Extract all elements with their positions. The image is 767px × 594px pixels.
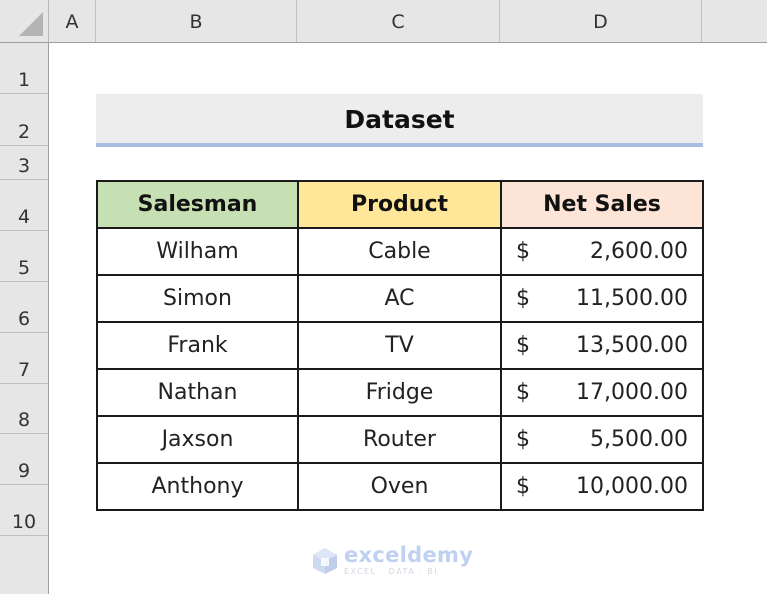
net-sales-value: 2,600.00 [590,239,688,264]
column-header-b[interactable]: B [96,0,297,42]
net-sales-value: 13,500.00 [576,333,688,358]
net-sales-value: 17,000.00 [576,380,688,405]
table-row: Anthony Oven $10,000.00 [96,462,704,511]
currency-symbol: $ [516,380,530,405]
salesman-cell[interactable]: Wilham [96,227,299,276]
row-header-3[interactable]: 3 [0,146,48,180]
exceldemy-logo-icon [313,547,337,574]
net-sales-cell[interactable]: $5,500.00 [500,415,704,464]
row-header-9[interactable]: 9 [0,434,48,485]
dataset-title[interactable]: Dataset [96,94,703,147]
table-row: Simon AC $11,500.00 [96,274,704,323]
watermark-tagline: EXCEL · DATA · BI [344,567,439,576]
net-sales-cell[interactable]: $13,500.00 [500,321,704,370]
column-header-e[interactable] [702,0,767,42]
exceldemy-watermark: exceldemy EXCEL · DATA · BI [312,545,473,576]
net-sales-cell[interactable]: $2,600.00 [500,227,704,276]
currency-symbol: $ [516,333,530,358]
net-sales-cell[interactable]: $11,500.00 [500,274,704,323]
sales-table: Salesman Product Net Sales Wilham Cable … [96,180,704,511]
product-cell[interactable]: AC [297,274,502,323]
salesman-cell[interactable]: Anthony [96,462,299,511]
header-net-sales[interactable]: Net Sales [500,180,704,229]
net-sales-cell[interactable]: $17,000.00 [500,368,704,417]
column-headers: A B C D [49,0,767,43]
currency-symbol: $ [516,427,530,452]
table-row: Frank TV $13,500.00 [96,321,704,370]
row-header-1[interactable]: 1 [0,43,48,94]
row-headers: 1 2 3 4 5 6 7 8 9 10 [0,43,49,594]
salesman-cell[interactable]: Nathan [96,368,299,417]
row-header-8[interactable]: 8 [0,384,48,434]
currency-symbol: $ [516,474,530,499]
table-row: Wilham Cable $2,600.00 [96,227,704,276]
column-header-d[interactable]: D [500,0,702,42]
product-cell[interactable]: TV [297,321,502,370]
salesman-cell[interactable]: Jaxson [96,415,299,464]
row-header-7[interactable]: 7 [0,333,48,384]
currency-symbol: $ [516,286,530,311]
net-sales-value: 5,500.00 [590,427,688,452]
product-cell[interactable]: Cable [297,227,502,276]
table-header-row: Salesman Product Net Sales [96,180,704,229]
currency-symbol: $ [516,239,530,264]
net-sales-value: 10,000.00 [576,474,688,499]
product-cell[interactable]: Router [297,415,502,464]
product-cell[interactable]: Oven [297,462,502,511]
header-salesman[interactable]: Salesman [96,180,299,229]
select-all-triangle-icon [19,12,43,36]
net-sales-cell[interactable]: $10,000.00 [500,462,704,511]
product-cell[interactable]: Fridge [297,368,502,417]
net-sales-value: 11,500.00 [576,286,688,311]
table-row: Nathan Fridge $17,000.00 [96,368,704,417]
column-header-a[interactable]: A [49,0,96,42]
row-header-4[interactable]: 4 [0,180,48,231]
row-header-5[interactable]: 5 [0,231,48,282]
select-all-corner[interactable] [0,0,49,43]
header-product[interactable]: Product [297,180,502,229]
salesman-cell[interactable]: Simon [96,274,299,323]
row-header-6[interactable]: 6 [0,282,48,333]
table-row: Jaxson Router $5,500.00 [96,415,704,464]
row-header-10[interactable]: 10 [0,485,48,536]
watermark-name: exceldemy [344,543,474,567]
column-header-c[interactable]: C [297,0,500,42]
salesman-cell[interactable]: Frank [96,321,299,370]
row-header-2[interactable]: 2 [0,94,48,146]
